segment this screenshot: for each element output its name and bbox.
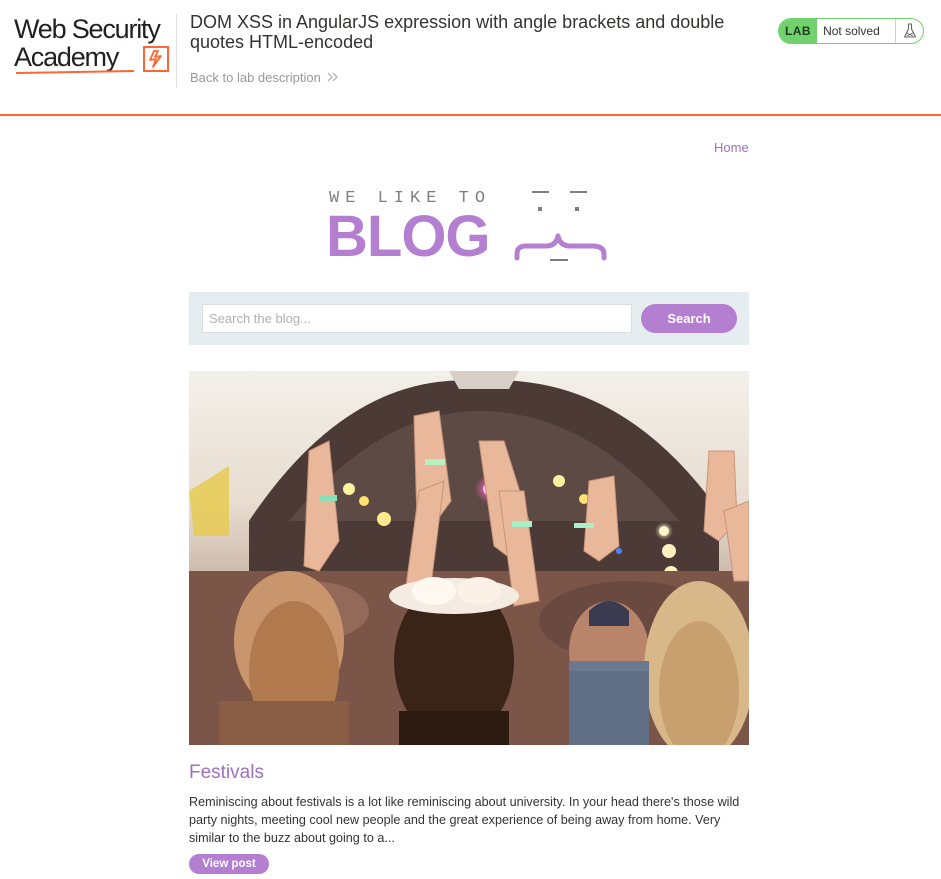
back-to-lab-description-link[interactable]: Back to lab description	[190, 70, 339, 85]
lightning-bolt-icon	[143, 46, 169, 72]
back-link-label: Back to lab description	[190, 70, 321, 85]
nav-home-link[interactable]: Home	[714, 140, 749, 155]
curly-brace-face-icon	[514, 191, 607, 261]
lab-title: DOM XSS in AngularJS expression with ang…	[190, 12, 725, 52]
festival-crowd-illustration	[189, 371, 749, 745]
search-input[interactable]	[202, 304, 632, 333]
search-panel: Search	[189, 292, 749, 345]
lab-status-widget: LAB Not solved	[778, 18, 924, 44]
flask-icon	[895, 19, 923, 43]
logo-text-line1: Web Security	[14, 14, 161, 44]
lab-status-text: Not solved	[823, 24, 880, 38]
search-button[interactable]: Search	[641, 304, 737, 333]
double-chevron-right-icon	[327, 71, 339, 85]
logo-text-line2: Academy	[14, 42, 119, 72]
header-divider	[176, 14, 177, 88]
post-summary: Reminiscing about festivals is a lot lik…	[189, 795, 740, 845]
post-title[interactable]: Festivals	[189, 762, 264, 784]
view-post-button[interactable]: View post	[189, 854, 269, 874]
academy-header: Web Security Academy DOM XSS in AngularJ…	[0, 0, 941, 116]
blog-logo-word: BLOG	[326, 204, 491, 269]
post-image-festival-crowd[interactable]	[189, 371, 749, 745]
lab-tag: LAB	[779, 19, 818, 43]
academy-logo[interactable]: Web Security Academy	[14, 14, 176, 76]
blog-logo: WE LIKE TO BLOG	[326, 186, 616, 268]
